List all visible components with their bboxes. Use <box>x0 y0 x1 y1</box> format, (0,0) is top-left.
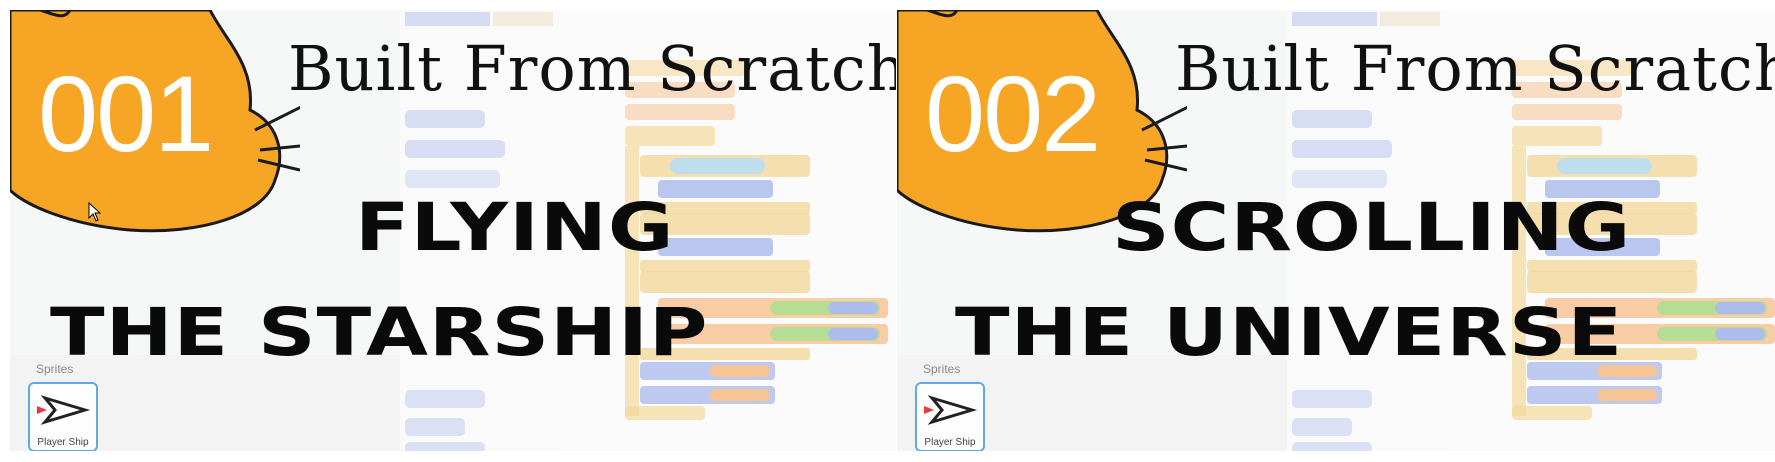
sprite-tile-player-ship[interactable]: Player Ship <box>915 382 985 451</box>
sprites-pane-header: Sprites <box>923 362 961 376</box>
thumbnail-episode-001[interactable]: 001 Built From Scratch FLYING THE STARSH… <box>10 10 896 451</box>
thumbnail-episode-002[interactable]: 002 Built From Scratch SCROLLING THE UNI… <box>897 10 1775 451</box>
series-title: Built From Scratch <box>1175 32 1775 105</box>
sprites-pane-header: Sprites <box>36 362 74 376</box>
sprite-tile-player-ship[interactable]: Player Ship <box>28 382 98 451</box>
title-line-2: THE STARSHIP <box>50 294 709 371</box>
mouse-cursor-icon <box>88 202 102 222</box>
spaceship-icon <box>924 395 978 425</box>
title-line-1: FLYING <box>355 189 675 266</box>
episode-number: 002 <box>925 53 1101 174</box>
title-line-1: SCROLLING <box>1112 189 1632 266</box>
spaceship-icon <box>37 395 91 425</box>
sprite-label: Player Ship <box>37 437 89 448</box>
sprite-label: Player Ship <box>924 437 976 448</box>
series-title: Built From Scratch <box>288 32 896 105</box>
episode-number: 001 <box>38 53 214 174</box>
title-line-2: THE UNIVERSE <box>955 294 1624 371</box>
